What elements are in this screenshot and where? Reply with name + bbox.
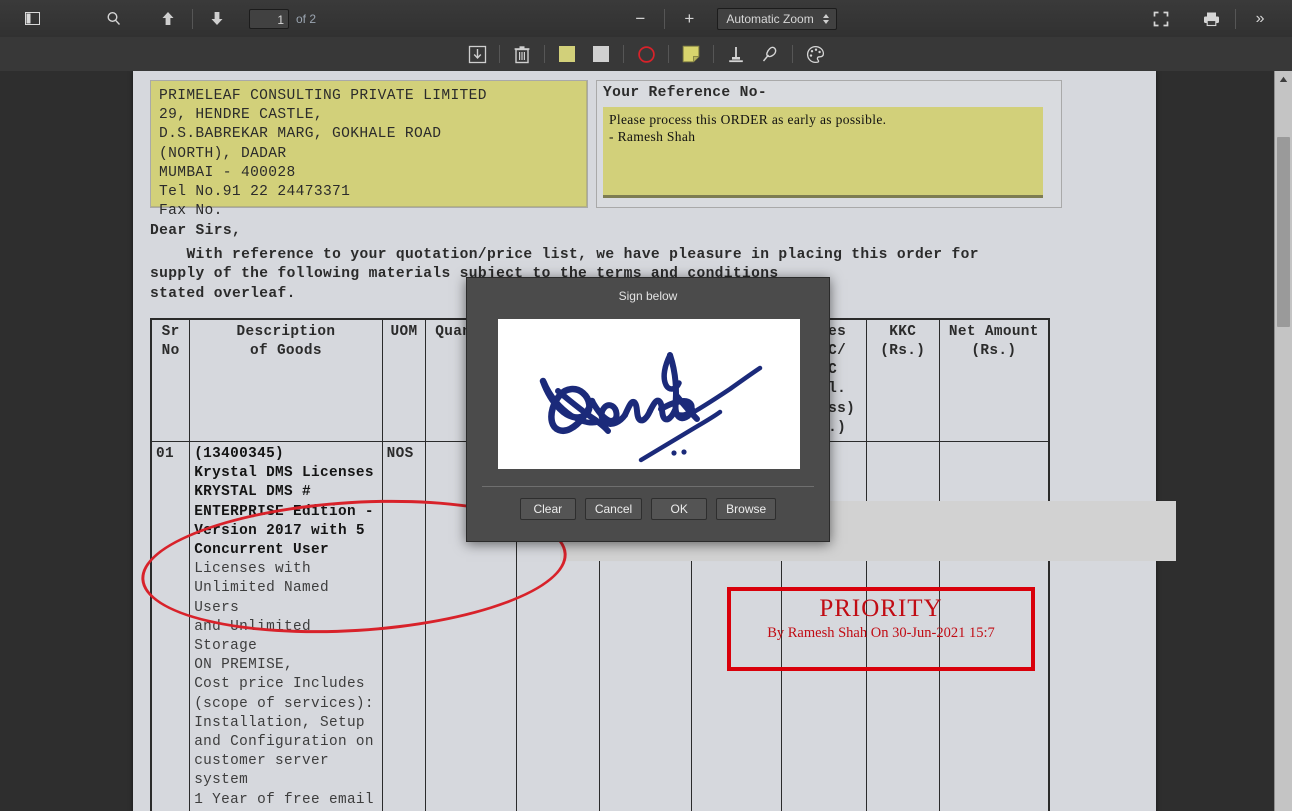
vertical-scrollbar[interactable] [1274, 71, 1292, 811]
letterhead-row: PRIMELEAF CONSULTING PRIVATE LIMITED 29,… [150, 80, 1068, 219]
sticky-note-line-2: - Ramesh Shah [609, 129, 696, 145]
search-icon [106, 11, 122, 27]
more-tools-button[interactable]: » [1241, 6, 1279, 31]
toolbar-divider-2 [664, 8, 666, 29]
save-annotations-icon[interactable] [462, 42, 492, 66]
clear-button[interactable]: Clear [519, 498, 576, 520]
fullscreen-icon [1153, 11, 1169, 27]
company-line-0: PRIMELEAF CONSULTING PRIVATE LIMITED [159, 88, 487, 104]
cell-sr-no: 01 [150, 441, 191, 811]
previous-page-button[interactable] [149, 6, 187, 31]
reference-title: Your Reference No- [603, 85, 767, 101]
dialog-divider [482, 486, 814, 487]
company-line-5: Tel No.91 22 24473371 [159, 184, 351, 201]
sidebar-toggle-button[interactable] [13, 6, 51, 31]
company-address-block: PRIMELEAF CONSULTING PRIVATE LIMITED 29,… [150, 80, 588, 219]
next-page-button[interactable] [198, 6, 236, 31]
cell-description: (13400345) Krystal DMS Licenses KRYSTAL … [189, 441, 383, 811]
zoom-level-label: Automatic Zoom [726, 11, 814, 26]
scrollbar-thumb[interactable] [1277, 137, 1290, 327]
browse-button[interactable]: Browse [716, 498, 777, 520]
ellipse-red-icon[interactable] [631, 42, 661, 66]
signature-ink [539, 352, 763, 463]
salutation-text: Dear Sirs, [150, 223, 242, 239]
arrow-up-icon [161, 11, 175, 26]
scroll-up-icon[interactable] [1275, 71, 1292, 88]
ok-button[interactable]: OK [651, 498, 708, 520]
minus-icon: − [635, 9, 646, 28]
col-header-uom: UOM [381, 318, 427, 443]
company-line-3: (NORTH), DADAR [159, 145, 287, 162]
stamp-subtitle: By Ramesh Shah On 30-Jun-2021 15:7 [767, 625, 995, 641]
col-header-sr-no: Sr No [150, 318, 191, 443]
col-header-net-amount: Net Amount (Rs.) [938, 318, 1050, 443]
col-header-kkc: KKC (Rs.) [865, 318, 940, 443]
annotation-toolbar [0, 37, 1292, 72]
signature-pen-icon[interactable] [755, 42, 785, 66]
dialog-button-row: Clear Cancel OK Browse [467, 498, 829, 520]
reference-block: Your Reference No- Please process this O… [596, 80, 1062, 208]
priority-stamp-annotation[interactable]: PRIORITY By Ramesh Shah On 30-Jun-2021 1… [727, 587, 1035, 671]
palette-icon[interactable] [800, 42, 830, 66]
description-rest-text: Licenses with Unlimited Named Users and … [194, 561, 374, 811]
chevron-updown-icon [822, 13, 830, 25]
company-line-4: MUMBAI - 400028 [159, 164, 296, 181]
rectangle-gray-icon[interactable] [586, 42, 616, 66]
highlight-yellow-icon[interactable] [552, 42, 582, 66]
sticky-note-icon[interactable] [676, 42, 706, 66]
toolbar-divider [192, 8, 193, 29]
annotation-divider-5 [713, 45, 714, 63]
delete-annotation-icon[interactable] [507, 42, 537, 66]
annotation-divider-4 [668, 45, 669, 63]
stamp-title: PRIORITY [819, 595, 943, 622]
plus-icon: + [684, 9, 695, 28]
signature-dialog: Sign below Clear Cancel OK Browse [466, 277, 830, 542]
toolbar-divider-3 [1235, 8, 1237, 29]
zoom-in-button[interactable]: + [670, 6, 708, 31]
annotation-divider-3 [623, 45, 624, 63]
zoom-level-select[interactable]: Automatic Zoom [717, 7, 837, 30]
company-line-2: D.S.BABREKAR MARG, GOKHALE ROAD [159, 126, 442, 143]
main-toolbar: 1 of 2 − + Automatic Zoom » [0, 0, 1292, 38]
cancel-button[interactable]: Cancel [584, 498, 643, 520]
arrow-down-icon [210, 11, 224, 26]
stamp-icon[interactable] [721, 42, 751, 66]
company-line-1: 29, HENDRE CASTLE, [159, 107, 323, 124]
sticky-note-annotation[interactable]: Please process this ORDER as early as po… [603, 107, 1043, 199]
find-button[interactable] [95, 6, 133, 31]
description-highlighted-text: (13400345) Krystal DMS Licenses KRYSTAL … [194, 446, 374, 559]
page-count-label: of 2 [296, 11, 317, 26]
print-button[interactable] [1192, 6, 1230, 31]
double-chevron-right-icon: » [1255, 9, 1265, 27]
annotation-divider-6 [792, 45, 793, 63]
annotation-divider-1 [499, 45, 500, 63]
sidebar-icon [24, 11, 40, 26]
cell-uom: NOS [381, 441, 427, 811]
printer-icon [1203, 11, 1220, 27]
pdf-viewer-app: 1 of 2 − + Automatic Zoom » PRIMELEAF CO… [0, 0, 1292, 811]
annotation-divider-2 [544, 45, 545, 63]
presentation-mode-button[interactable] [1142, 6, 1180, 31]
sticky-note-line-1: Please process this ORDER as early as po… [609, 112, 887, 128]
company-line-6: Fax No. [159, 203, 223, 220]
dialog-title: Sign below [618, 289, 678, 303]
page-number-input[interactable]: 1 [249, 8, 289, 29]
zoom-out-button[interactable]: − [621, 6, 659, 31]
signature-canvas[interactable] [498, 319, 800, 469]
col-header-description: Description of Goods [189, 318, 383, 443]
